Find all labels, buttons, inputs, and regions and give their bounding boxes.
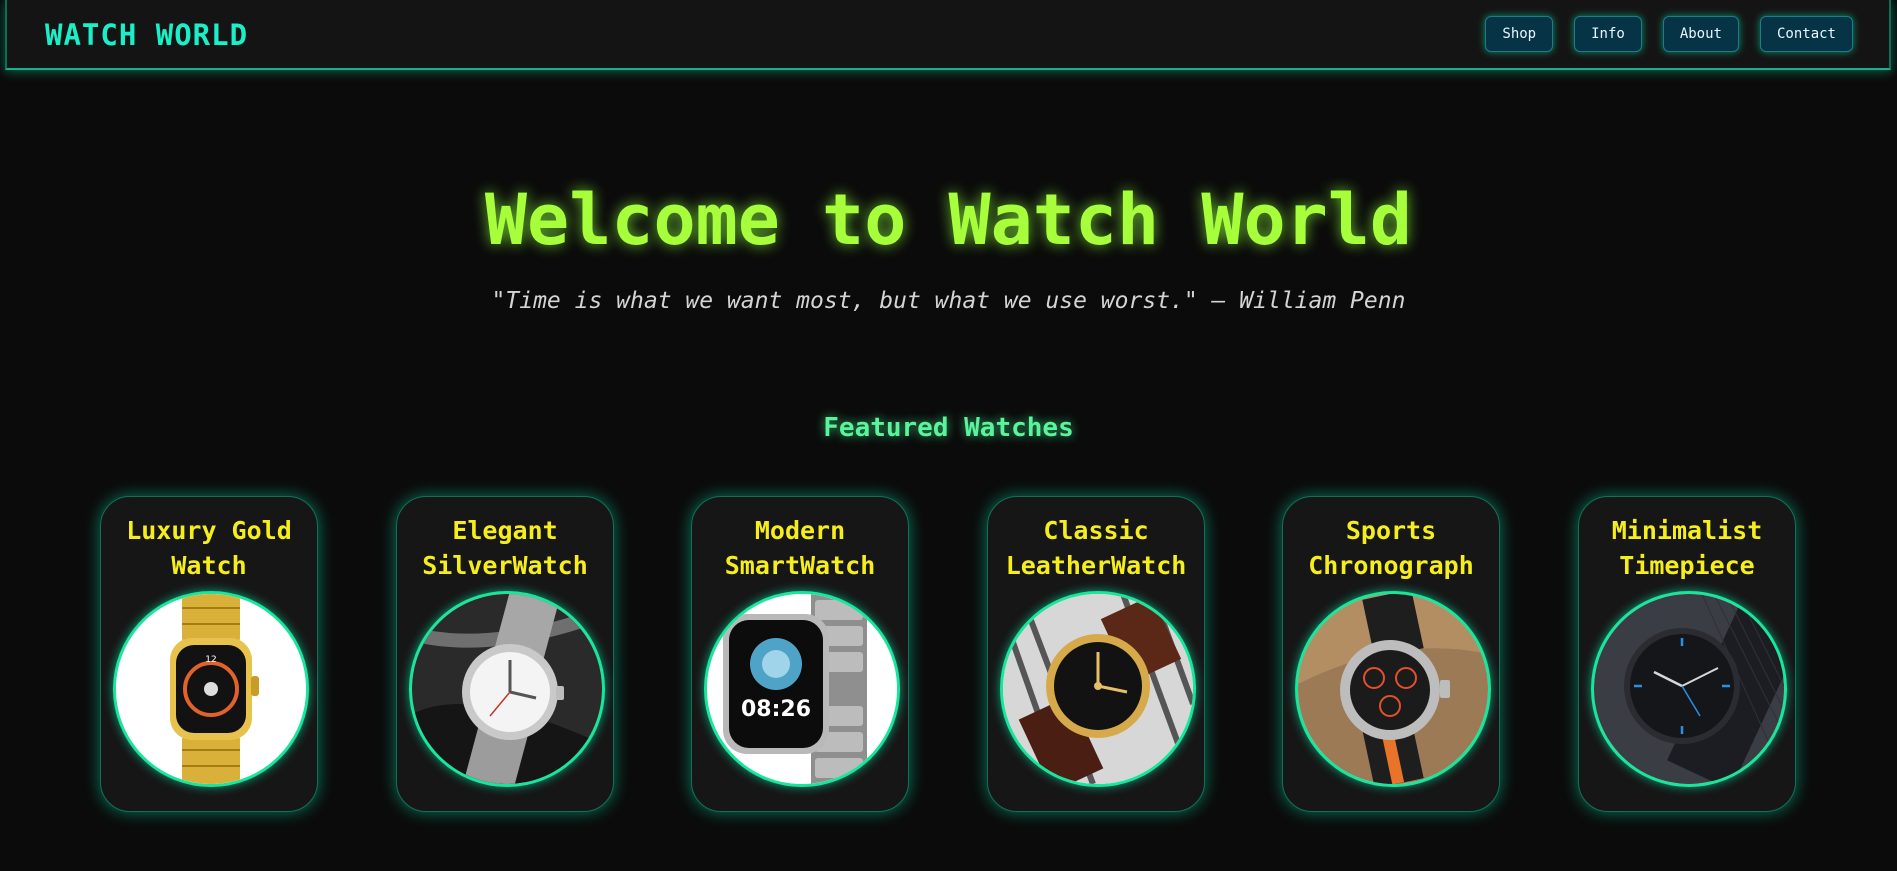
featured-section-title: Featured Watches: [823, 413, 1074, 443]
nav-info-button[interactable]: Info: [1574, 16, 1642, 52]
silver-watch-image[interactable]: [409, 591, 605, 787]
watch-card-luxury-gold[interactable]: Luxury Gold Watch 12: [100, 496, 318, 812]
watch-card-modern-smartwatch[interactable]: Modern SmartWatch 08:26: [691, 496, 909, 812]
hero-title: Welcome to Watch World: [484, 179, 1413, 261]
watch-card-title: Sports Chronograph: [1308, 516, 1474, 580]
watch-card-elegant-silver[interactable]: Elegant SilverWatch: [396, 496, 614, 812]
watch-card-title: Modern SmartWatch: [724, 516, 876, 580]
navbar: WATCH WORLD Shop Info About Contact: [5, 0, 1891, 70]
gold-watch-image[interactable]: 12: [113, 591, 309, 787]
svg-text:12: 12: [205, 655, 216, 665]
hero-quote: "Time is what we want most, but what we …: [491, 288, 1406, 314]
brand-logo[interactable]: WATCH WORLD: [45, 18, 248, 52]
smartwatch-image[interactable]: 08:26: [704, 591, 900, 787]
watch-card-title: Elegant SilverWatch: [422, 516, 588, 580]
nav-about-button[interactable]: About: [1662, 16, 1739, 52]
chronograph-image[interactable]: [1295, 591, 1491, 787]
leather-watch-image[interactable]: [1000, 591, 1196, 787]
watch-card-title: Minimalist Timepiece: [1611, 516, 1763, 580]
watch-card-classic-leather[interactable]: Classic LeatherWatch: [987, 496, 1205, 812]
watch-card-sports-chronograph[interactable]: Sports Chronograph: [1282, 496, 1500, 812]
nav-links: Shop Info About Contact: [1485, 16, 1853, 52]
nav-contact-button[interactable]: Contact: [1759, 16, 1853, 52]
watch-card-title: Classic LeatherWatch: [1005, 516, 1187, 580]
watch-card-minimalist-timepiece[interactable]: Minimalist Timepiece: [1578, 496, 1796, 812]
watch-card-title: Luxury Gold Watch: [126, 516, 292, 580]
nav-shop-button[interactable]: Shop: [1485, 16, 1554, 52]
minimalist-watch-image[interactable]: [1591, 591, 1787, 787]
smartwatch-display-time: 08:26: [741, 697, 811, 722]
